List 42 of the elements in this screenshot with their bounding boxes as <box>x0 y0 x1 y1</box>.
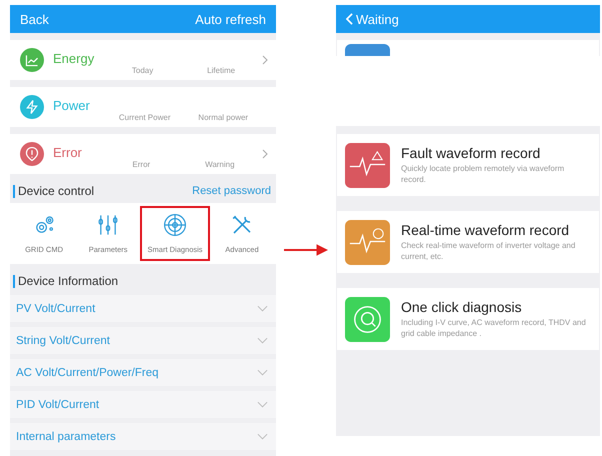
record-card[interactable]: Real-time waveform record Check real-time waveform of inverter voltage and current, etc. <box>337 211 599 273</box>
info-row[interactable]: PID Volt/Current <box>10 391 276 418</box>
chevron-left-icon <box>346 13 353 25</box>
target-icon <box>163 213 188 237</box>
auto-refresh-button[interactable]: Auto refresh <box>195 12 266 26</box>
summary-card[interactable]: Power Current Power Normal power <box>10 87 276 127</box>
chart-icon <box>20 48 44 72</box>
sliders-icon <box>96 213 120 237</box>
metric-label: Today <box>132 66 154 75</box>
info-row[interactable]: String Volt/Current <box>10 327 276 354</box>
info-row[interactable]: PV Volt/Current <box>10 295 276 322</box>
waveform-icon <box>345 220 390 264</box>
card-title: Energy <box>53 51 96 66</box>
record-description: Check real-time waveform of inverter voltage and current, etc. <box>401 241 576 262</box>
record-title: Real-time waveform record <box>401 222 570 238</box>
metric-label: Lifetime <box>207 66 236 75</box>
back-button[interactable]: Back <box>20 12 49 26</box>
metric-label: Error <box>132 160 150 169</box>
record-title: One click diagnosis <box>401 299 523 316</box>
record-card[interactable]: One click diagnosis Including I-V curve, AC waveform record, THDV and grid cable impedance . <box>337 288 599 350</box>
summary-card[interactable]: Energy Today Lifetime <box>10 40 276 80</box>
record-card[interactable]: Fault waveform record Quickly locate problem remotely via waveform record. <box>337 134 599 196</box>
exclamation-icon <box>20 142 44 166</box>
section-title: Device Information <box>18 274 120 288</box>
metric-label: Normal power <box>198 113 248 122</box>
summary-card[interactable]: Error Error Warning <box>10 134 276 174</box>
metric-label: Warning <box>205 160 235 169</box>
record-description: Including I-V curve, AC waveform record, THDV and grid cable impedance . <box>401 318 587 339</box>
arrow-icon <box>284 244 328 256</box>
info-row[interactable]: AC Volt/Current/Power/Freq <box>10 359 276 386</box>
record-description: Quickly locate problem remotely via waveform record. <box>401 164 566 185</box>
reset-password-link[interactable]: Reset password <box>192 185 271 197</box>
lightning-icon <box>20 95 44 119</box>
info-row[interactable]: Internal parameters <box>10 423 276 450</box>
back-button[interactable]: Waiting <box>346 12 399 26</box>
magnifier-icon <box>345 296 390 342</box>
card-title: Power <box>53 98 91 113</box>
record-title: Fault waveform record <box>401 145 542 162</box>
waveform-icon <box>345 142 390 188</box>
card-title: Error <box>53 145 83 160</box>
metric-label: Current Power <box>118 113 170 122</box>
section-title: Device control <box>18 184 96 198</box>
